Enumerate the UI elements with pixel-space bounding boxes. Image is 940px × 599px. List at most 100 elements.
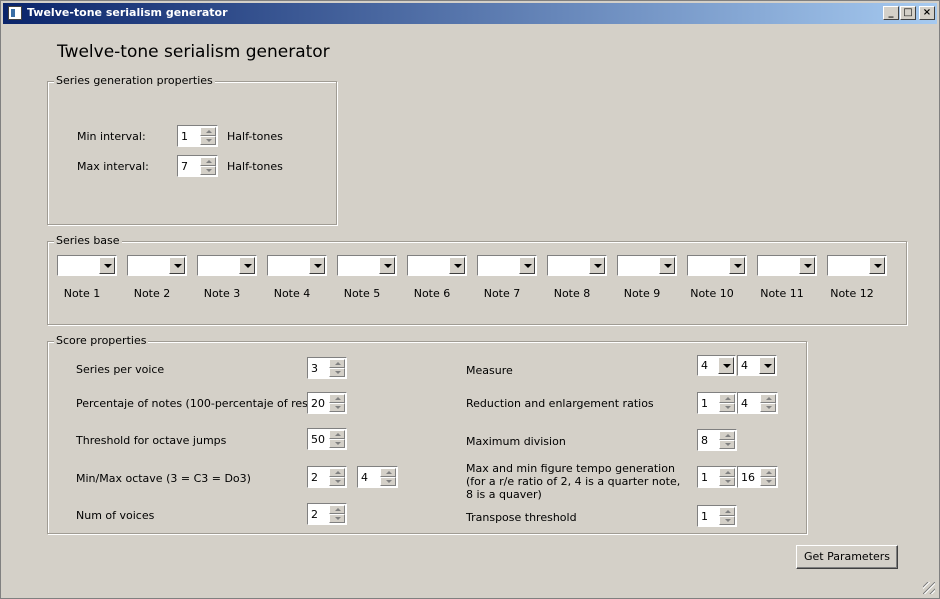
spin-down-icon[interactable] bbox=[200, 136, 216, 145]
percentage-notes-label: Percentaje of notes (100-percentaje of r… bbox=[76, 397, 323, 410]
note-7-label: Note 7 bbox=[483, 287, 521, 300]
dropdown-arrow-icon[interactable] bbox=[449, 257, 465, 274]
spin-up-icon[interactable] bbox=[719, 394, 735, 403]
title-bar[interactable]: Twelve-tone serialism generator _ □ × bbox=[3, 3, 937, 24]
min-interval-spinbox[interactable]: 1 bbox=[177, 125, 218, 147]
note-7-combo[interactable] bbox=[477, 255, 537, 276]
note-9-combo[interactable] bbox=[617, 255, 677, 276]
note-4-combo[interactable] bbox=[267, 255, 327, 276]
group-title: Series base bbox=[54, 234, 122, 247]
spin-down-icon[interactable] bbox=[380, 477, 396, 486]
spin-down-icon[interactable] bbox=[329, 439, 345, 448]
threshold-octave-spinbox[interactable]: 50 bbox=[307, 428, 347, 450]
measure-denominator-combo[interactable]: 4 bbox=[737, 355, 777, 376]
dropdown-arrow-icon[interactable] bbox=[718, 357, 734, 374]
note-8-combo[interactable] bbox=[547, 255, 607, 276]
series-per-voice-label: Series per voice bbox=[76, 363, 165, 376]
spin-up-icon[interactable] bbox=[760, 394, 776, 403]
spinbox-value: 1 bbox=[701, 397, 708, 410]
close-button[interactable]: × bbox=[919, 6, 935, 20]
get-parameters-button[interactable]: Get Parameters bbox=[796, 545, 898, 569]
note-5-combo[interactable] bbox=[337, 255, 397, 276]
dropdown-arrow-icon[interactable] bbox=[729, 257, 745, 274]
max-interval-spinbox[interactable]: 7 bbox=[177, 155, 218, 177]
dropdown-arrow-icon[interactable] bbox=[799, 257, 815, 274]
spin-down-icon[interactable] bbox=[329, 403, 345, 412]
note-2-label: Note 2 bbox=[133, 287, 171, 300]
spin-down-icon[interactable] bbox=[719, 440, 735, 449]
spin-up-icon[interactable] bbox=[329, 430, 345, 439]
figure-tempo-min-spinbox[interactable]: 1 bbox=[697, 466, 737, 488]
page-title: Twelve-tone serialism generator bbox=[57, 42, 330, 62]
dropdown-arrow-icon[interactable] bbox=[759, 357, 775, 374]
ratio-min-spinbox[interactable]: 1 bbox=[697, 392, 737, 414]
note-12-label: Note 12 bbox=[830, 287, 874, 300]
spin-up-icon[interactable] bbox=[329, 394, 345, 403]
spinbox-value: 1 bbox=[701, 510, 708, 523]
dropdown-arrow-icon[interactable] bbox=[379, 257, 395, 274]
spin-up-icon[interactable] bbox=[760, 468, 776, 477]
spin-up-icon[interactable] bbox=[719, 431, 735, 440]
figure-tempo-label-2: (for a r/e ratio of 2, 4 is a quarter no… bbox=[466, 475, 681, 488]
max-division-label: Maximum division bbox=[466, 435, 566, 448]
group-title: Series generation properties bbox=[54, 74, 215, 87]
spin-up-icon[interactable] bbox=[329, 468, 345, 477]
spinbox-value: 2 bbox=[311, 471, 318, 484]
spin-down-icon[interactable] bbox=[719, 477, 735, 486]
figure-tempo-max-spinbox[interactable]: 16 bbox=[737, 466, 778, 488]
spin-down-icon[interactable] bbox=[719, 403, 735, 412]
spin-up-icon[interactable] bbox=[329, 505, 345, 514]
spin-up-icon[interactable] bbox=[380, 468, 396, 477]
num-voices-spinbox[interactable]: 2 bbox=[307, 503, 347, 525]
max-octave-spinbox[interactable]: 4 bbox=[357, 466, 398, 488]
minimize-button[interactable]: _ bbox=[883, 6, 899, 20]
dropdown-arrow-icon[interactable] bbox=[589, 257, 605, 274]
spin-down-icon[interactable] bbox=[329, 514, 345, 523]
transpose-spinbox[interactable]: 1 bbox=[697, 505, 737, 527]
dropdown-arrow-icon[interactable] bbox=[519, 257, 535, 274]
spinbox-value: 8 bbox=[701, 434, 708, 447]
dropdown-arrow-icon[interactable] bbox=[169, 257, 185, 274]
note-1-combo[interactable] bbox=[57, 255, 117, 276]
spin-down-icon[interactable] bbox=[200, 166, 216, 175]
spin-up-icon[interactable] bbox=[329, 359, 345, 368]
spinbox-value: 16 bbox=[741, 471, 755, 484]
spin-down-icon[interactable] bbox=[719, 516, 735, 525]
ratio-max-spinbox[interactable]: 4 bbox=[737, 392, 778, 414]
spin-down-icon[interactable] bbox=[760, 403, 776, 412]
resize-grip-icon[interactable] bbox=[923, 582, 935, 594]
spin-down-icon[interactable] bbox=[760, 477, 776, 486]
spin-down-icon[interactable] bbox=[329, 368, 345, 377]
app-window: Twelve-tone serialism generator _ □ × Tw… bbox=[0, 0, 940, 599]
maximize-button[interactable]: □ bbox=[900, 6, 916, 20]
spin-up-icon[interactable] bbox=[719, 507, 735, 516]
group-title: Score properties bbox=[54, 334, 149, 347]
note-11-label: Note 11 bbox=[760, 287, 804, 300]
ratios-label: Reduction and enlargement ratios bbox=[466, 397, 654, 410]
dropdown-arrow-icon[interactable] bbox=[99, 257, 115, 274]
dropdown-arrow-icon[interactable] bbox=[869, 257, 885, 274]
spin-up-icon[interactable] bbox=[200, 127, 216, 136]
percentage-notes-spinbox[interactable]: 20 bbox=[307, 392, 347, 414]
dropdown-arrow-icon[interactable] bbox=[239, 257, 255, 274]
measure-label: Measure bbox=[466, 364, 513, 377]
max-division-spinbox[interactable]: 8 bbox=[697, 429, 737, 451]
max-interval-label: Max interval: bbox=[77, 160, 149, 173]
note-11-combo[interactable] bbox=[757, 255, 817, 276]
note-12-combo[interactable] bbox=[827, 255, 887, 276]
window-title: Twelve-tone serialism generator bbox=[27, 6, 228, 19]
minmax-octave-label: Min/Max octave (3 = C3 = Do3) bbox=[76, 472, 251, 485]
dropdown-arrow-icon[interactable] bbox=[659, 257, 675, 274]
spin-up-icon[interactable] bbox=[200, 157, 216, 166]
note-6-combo[interactable] bbox=[407, 255, 467, 276]
note-2-combo[interactable] bbox=[127, 255, 187, 276]
series-per-voice-spinbox[interactable]: 3 bbox=[307, 357, 347, 379]
measure-numerator-combo[interactable]: 4 bbox=[697, 355, 736, 376]
series-generation-group: Series generation properties bbox=[47, 74, 337, 225]
spin-down-icon[interactable] bbox=[329, 477, 345, 486]
dropdown-arrow-icon[interactable] bbox=[309, 257, 325, 274]
note-10-combo[interactable] bbox=[687, 255, 747, 276]
spin-up-icon[interactable] bbox=[719, 468, 735, 477]
note-3-combo[interactable] bbox=[197, 255, 257, 276]
min-octave-spinbox[interactable]: 2 bbox=[307, 466, 347, 488]
